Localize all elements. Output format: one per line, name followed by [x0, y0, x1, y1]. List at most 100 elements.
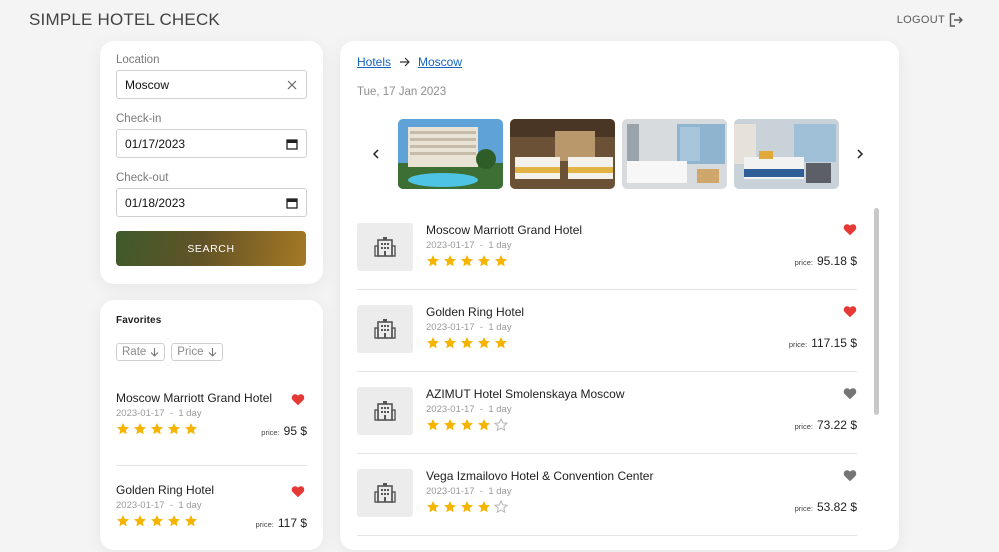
favorite-toggle[interactable]: [843, 305, 857, 323]
hotel-photo-twin-bedroom[interactable]: [510, 119, 615, 189]
chevron-right-icon[interactable]: [854, 148, 866, 160]
hotel-result-row[interactable]: Golden Ring Hotel 2023-01-17 - 1 day pri…: [357, 290, 857, 372]
favorite-item[interactable]: Golden Ring Hotel 2023-01-17 - 1 day pri…: [116, 465, 307, 547]
star-filled-icon: [495, 337, 507, 349]
hotel-name: AZIMUT Hotel Smolenskaya Moscow: [426, 387, 625, 401]
star-filled-icon: [461, 419, 473, 431]
rating-stars: [116, 422, 198, 436]
favorite-toggle[interactable]: [291, 485, 305, 503]
location-label: Location: [116, 54, 160, 66]
star-filled-icon: [461, 501, 473, 513]
stay-duration: 1 day: [488, 486, 512, 497]
price-value: 95 $: [283, 424, 307, 438]
building-icon: [374, 401, 396, 421]
hotel-name: Golden Ring Hotel: [426, 305, 525, 319]
favorite-toggle[interactable]: [291, 393, 305, 411]
hotel-result-row[interactable]: Moscow Marriott Grand Hotel 2023-01-17 -…: [357, 208, 857, 290]
building-icon: [374, 483, 396, 503]
hotel-photo-blue-bedroom[interactable]: [734, 119, 839, 189]
favorite-toggle[interactable]: [843, 387, 857, 405]
sort-by-price-button[interactable]: Price: [171, 343, 223, 361]
favorite-toggle[interactable]: [843, 223, 857, 241]
star-filled-icon: [444, 501, 456, 513]
hotel-photo-pool-resort[interactable]: [398, 119, 503, 189]
rating-stars: [116, 514, 198, 528]
checkin-label: Check-in: [116, 113, 162, 125]
logout-icon: [949, 13, 963, 27]
calendar-icon[interactable]: [286, 197, 298, 209]
heart-filled-icon[interactable]: [843, 223, 857, 236]
star-filled-icon: [478, 501, 490, 513]
price-label: price:: [794, 504, 813, 513]
star-filled-icon: [151, 423, 163, 435]
heart-icon[interactable]: [843, 387, 857, 400]
price: price: 117.15 $: [789, 336, 857, 350]
star-filled-icon: [427, 337, 439, 349]
close-icon[interactable]: [286, 79, 298, 91]
star-filled-icon: [151, 515, 163, 527]
stay-duration: 1 day: [488, 322, 512, 333]
star-empty-icon: [494, 500, 508, 514]
stay-date: 2023-01-17: [426, 240, 475, 251]
star-filled-icon: [185, 423, 197, 435]
star-filled-icon: [444, 419, 456, 431]
sort-by-rate-button[interactable]: Rate: [116, 343, 166, 361]
star-filled-icon: [185, 515, 197, 527]
rating-stars: [426, 500, 508, 514]
search-date: Tue, 17 Jan 2023: [357, 86, 447, 98]
stay-date: 2023-01-17: [116, 500, 165, 511]
star-filled-icon: [117, 515, 129, 527]
hotel-thumbnail: [357, 469, 413, 517]
hotel-photo-white-bedroom[interactable]: [622, 119, 727, 189]
heart-filled-icon[interactable]: [291, 485, 305, 498]
hotel-name: Moscow Marriott Grand Hotel: [426, 223, 583, 237]
heart-icon[interactable]: [843, 469, 857, 482]
star-filled-icon: [134, 515, 146, 527]
location-value: Moscow: [125, 77, 170, 92]
stay-duration: 1 day: [178, 408, 202, 419]
favorite-hotel-name: Moscow Marriott Grand Hotel: [116, 391, 273, 405]
search-button[interactable]: SEARCH: [116, 231, 306, 266]
separator: -: [169, 500, 174, 511]
price: price: 117 $: [256, 516, 307, 530]
hotel-meta: 2023-01-17 - 1 day: [426, 240, 512, 251]
hotel-result-row[interactable]: AZIMUT Hotel Smolenskaya Moscow 2023-01-…: [357, 372, 857, 454]
star-filled-icon: [444, 255, 456, 267]
hotel-list: Moscow Marriott Grand Hotel 2023-01-17 -…: [357, 208, 857, 536]
location-input[interactable]: Moscow: [116, 70, 307, 99]
logout-button[interactable]: LOGOUT: [897, 12, 964, 28]
hotel-meta: 2023-01-17 - 1 day: [426, 486, 512, 497]
hotel-thumbnail: [357, 223, 413, 271]
price: price: 73.22 $: [795, 418, 857, 432]
heart-filled-icon[interactable]: [843, 305, 857, 318]
star-filled-icon: [461, 337, 473, 349]
price-label: price:: [261, 428, 280, 437]
favorite-toggle[interactable]: [843, 469, 857, 487]
star-filled-icon: [478, 255, 490, 267]
chevron-left-icon[interactable]: [370, 148, 382, 160]
checkout-input[interactable]: 01/18/2023: [116, 188, 307, 217]
arrow-right-icon: [400, 57, 410, 67]
hotel-thumbnail: [357, 387, 413, 435]
star-filled-icon: [461, 255, 473, 267]
hotel-result-row[interactable]: Vega Izmailovo Hotel & Convention Center…: [357, 454, 857, 536]
separator: -: [479, 404, 484, 415]
heart-filled-icon[interactable]: [291, 393, 305, 406]
favorite-item[interactable]: Moscow Marriott Grand Hotel 2023-01-17 -…: [116, 383, 307, 465]
stay-date: 2023-01-17: [426, 322, 475, 333]
building-icon: [374, 237, 396, 257]
favorites-title: Favorites: [116, 315, 162, 326]
results-scrollbar[interactable]: [873, 208, 881, 548]
arrow-down-icon: [208, 348, 216, 357]
sort-label: Price: [177, 346, 204, 358]
scrollbar-thumb[interactable]: [874, 208, 879, 415]
arrow-down-icon: [150, 348, 159, 357]
calendar-icon[interactable]: [286, 138, 298, 150]
price-label: price:: [794, 422, 813, 431]
star-filled-icon: [427, 501, 439, 513]
breadcrumb-hotels-link[interactable]: Hotels: [357, 55, 391, 69]
breadcrumb-moscow-link[interactable]: Moscow: [418, 55, 462, 69]
photo-carousel: [370, 119, 866, 189]
separator: -: [479, 322, 484, 333]
checkin-input[interactable]: 01/17/2023: [116, 129, 307, 158]
